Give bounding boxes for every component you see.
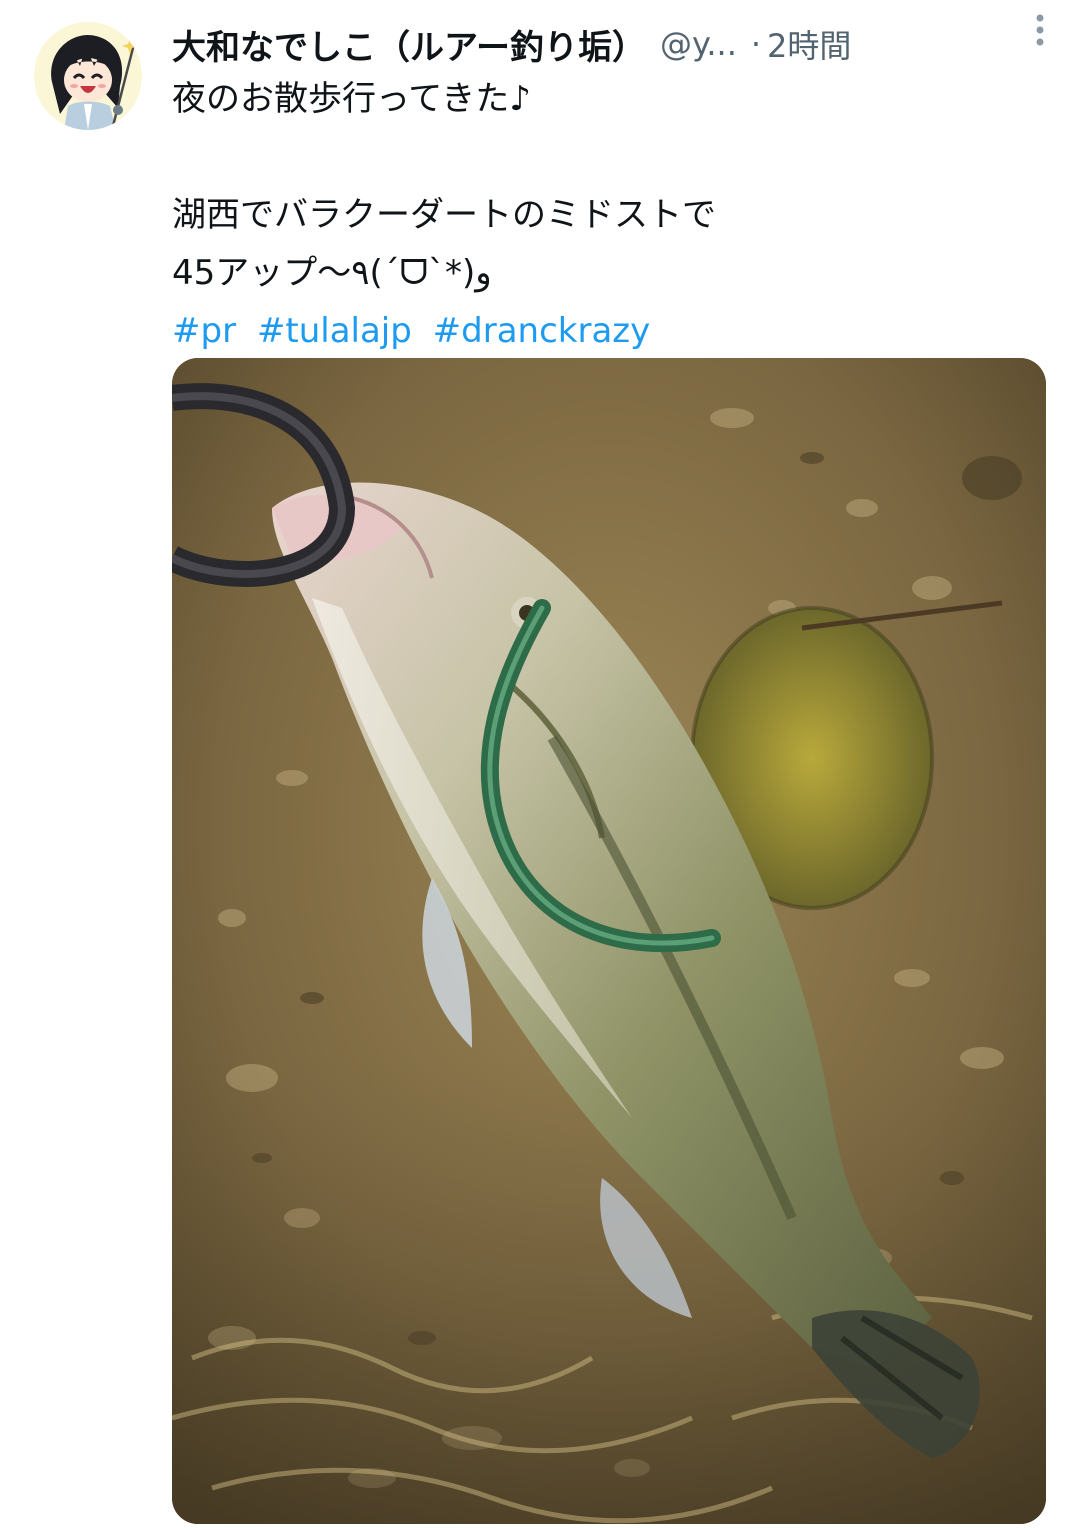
more-vertical-glyph <box>1036 14 1044 46</box>
separator-dot: · <box>750 25 762 63</box>
hashtag-link[interactable]: #tulalajp <box>257 311 412 351</box>
tweet-text-line: 夜のお散歩行ってきた♪ <box>172 79 531 119</box>
tweet-text-line: 45アップ〜٩(´ᗜ`*)و <box>172 253 492 293</box>
avatar[interactable] <box>34 22 142 130</box>
display-name[interactable]: 大和なでしこ（ルアー釣り垢） <box>172 20 646 69</box>
more-vertical-icon[interactable] <box>1018 8 1062 52</box>
timestamp[interactable]: 2時間 <box>767 21 851 67</box>
tweet-text: 夜のお散歩行ってきた♪ 湖西でバラクーダートのミドストで 45アップ〜٩(´ᗜ`… <box>172 70 1052 360</box>
hashtag-link[interactable]: #dranckrazy <box>433 311 651 351</box>
avatar-illustration <box>34 22 142 130</box>
hashtag-link[interactable]: #pr <box>172 311 236 351</box>
hashtag-list: #pr #tulalajp #dranckrazy <box>172 302 1052 360</box>
tweet: 大和なでしこ（ルアー釣り垢） @y... · 2時間 夜のお散歩行ってきた♪ 湖… <box>0 0 1080 1530</box>
user-handle[interactable]: @y... <box>660 25 737 63</box>
tweet-text-line: 湖西でバラクーダートのミドストで <box>172 195 716 235</box>
tweet-photo[interactable] <box>172 358 1046 1524</box>
bass-fish-photo <box>172 358 1046 1524</box>
tweet-header: 大和なでしこ（ルアー釣り垢） @y... · 2時間 <box>172 14 1062 74</box>
